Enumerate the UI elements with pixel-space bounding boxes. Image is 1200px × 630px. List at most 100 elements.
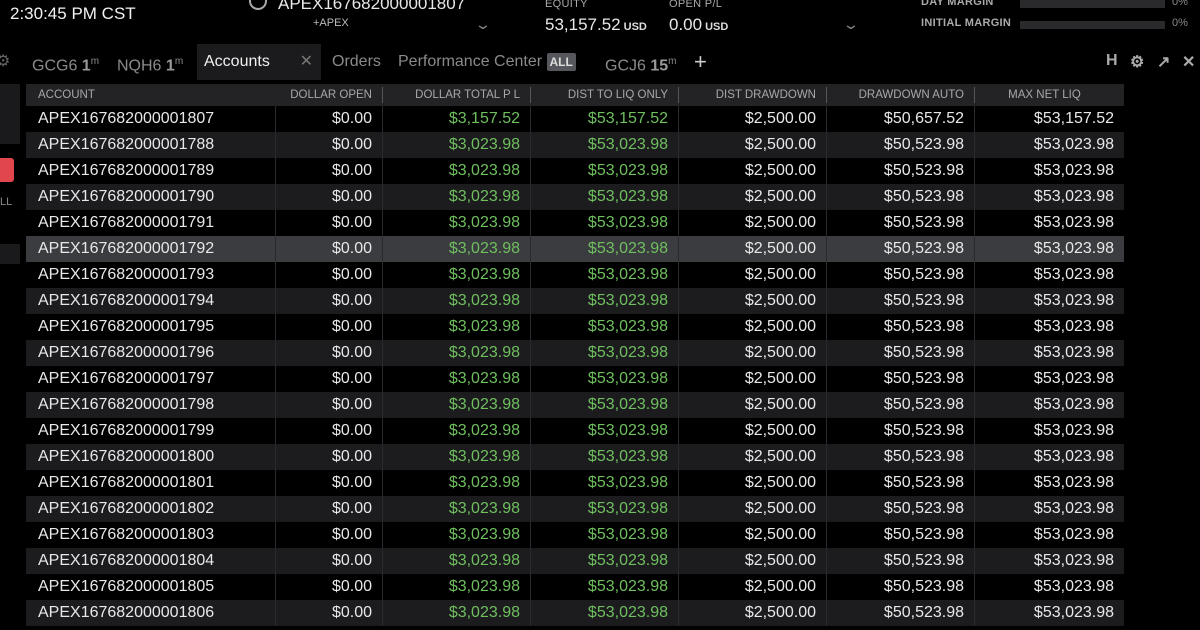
cell-dollar-open: $0.00 xyxy=(276,106,383,132)
cell-account: APEX167682000001795 xyxy=(26,314,276,340)
cell-account: APEX167682000001792 xyxy=(26,236,276,262)
cell-dist-to-liq-only: $53,023.98 xyxy=(531,288,679,314)
cell-dollar-total-pl: $3,023.98 xyxy=(383,392,531,418)
summary-chevron-down-icon[interactable]: ⌄ xyxy=(842,16,860,33)
cell-account: APEX167682000001790 xyxy=(26,184,276,210)
accounts-table: ACCOUNT DOLLAR OPEN DOLLAR TOTAL P L DIS… xyxy=(26,84,1124,626)
table-row[interactable]: APEX167682000001802 $0.00 $3,023.98 $53,023… xyxy=(26,496,1124,522)
table-row[interactable]: APEX167682000001796 $0.00 $3,023.98 $53,023… xyxy=(26,340,1124,366)
cell-max-net-liq: $53,157.52 xyxy=(1033,110,1114,127)
table-row[interactable]: APEX167682000001793 $0.00 $3,023.98 $53,023… xyxy=(26,262,1124,288)
sell-button[interactable] xyxy=(0,158,14,182)
all-badge: ALL xyxy=(546,52,576,71)
table-row[interactable]: APEX167682000001794 $0.00 $3,023.98 $53,023… xyxy=(26,288,1124,314)
cell-dollar-open: $0.00 xyxy=(276,340,383,366)
cell-dollar-total-pl: $3,023.98 xyxy=(383,340,531,366)
table-row[interactable]: APEX167682000001807 $0.00 $3,157.52 $53,157… xyxy=(26,106,1124,132)
cell-dist-drawdown: $2,500.00 xyxy=(679,522,827,548)
cell-drawdown-auto: $50,523.98 xyxy=(827,288,975,314)
settings-gear-icon[interactable]: ⚙ xyxy=(1130,52,1144,72)
cell-drawdown-auto: $50,523.98 xyxy=(827,210,975,236)
popout-icon[interactable]: ↗ xyxy=(1157,52,1170,72)
left-panel-block xyxy=(0,84,20,144)
table-row[interactable]: APEX167682000001789 $0.00 $3,023.98 $53,023… xyxy=(26,158,1124,184)
table-row[interactable]: APEX167682000001800 $0.00 $3,023.98 $53,023… xyxy=(26,444,1124,470)
tab-gcg6[interactable]: GCG6 1m xyxy=(32,44,99,80)
equity-value: 53,157.52 USD xyxy=(545,15,647,35)
cell-dollar-open: $0.00 xyxy=(276,184,383,210)
cell-max-net-liq: $53,023.98 xyxy=(1033,604,1114,621)
col-dist-drawdown[interactable]: DIST DRAWDOWN xyxy=(679,87,827,103)
cell-dist-drawdown: $2,500.00 xyxy=(679,548,827,574)
cell-dist-to-liq-only: $53,023.98 xyxy=(531,210,679,236)
table-row[interactable]: APEX167682000001799 $0.00 $3,023.98 $53,023… xyxy=(26,418,1124,444)
gear-icon[interactable]: ⚙ xyxy=(0,44,10,80)
cell-dollar-open: $0.00 xyxy=(276,210,383,236)
close-panel-icon[interactable]: ✕ xyxy=(1182,52,1195,72)
col-account[interactable]: ACCOUNT xyxy=(26,87,276,103)
tab-unit: m xyxy=(668,56,677,67)
cell-dist-drawdown: $2,500.00 xyxy=(679,106,827,132)
col-max-net-liq[interactable]: MAX NET LIQ xyxy=(975,87,1124,103)
col-drawdown-auto[interactable]: DRAWDOWN AUTO xyxy=(827,87,975,103)
table-body: APEX167682000001807 $0.00 $3,157.52 $53,157… xyxy=(26,106,1124,626)
table-row[interactable]: APEX167682000001788 $0.00 $3,023.98 $53,023… xyxy=(26,132,1124,158)
cell-dist-to-liq-only: $53,023.98 xyxy=(531,600,679,626)
table-row[interactable]: APEX167682000001795 $0.00 $3,023.98 $53,023… xyxy=(26,314,1124,340)
table-row[interactable]: APEX167682000001792 $0.00 $3,023.98 $53,023… xyxy=(26,236,1124,262)
cell-dist-drawdown: $2,500.00 xyxy=(679,444,827,470)
close-tab-icon[interactable]: ✕ xyxy=(300,44,313,80)
cell-dist-to-liq-only: $53,023.98 xyxy=(531,496,679,522)
cell-account: APEX167682000001798 xyxy=(26,392,276,418)
add-tab-icon[interactable]: + xyxy=(694,44,707,80)
table-row[interactable]: APEX167682000001803 $0.00 $3,023.98 $53,023… xyxy=(26,522,1124,548)
cell-max-net-liq: $53,023.98 xyxy=(1033,526,1114,543)
table-row[interactable]: APEX167682000001805 $0.00 $3,023.98 $53,023… xyxy=(26,574,1124,600)
table-row[interactable]: APEX167682000001804 $0.00 $3,023.98 $53,023… xyxy=(26,548,1124,574)
cell-dist-to-liq-only: $53,023.98 xyxy=(531,444,679,470)
cell-account: APEX167682000001805 xyxy=(26,574,276,600)
cell-drawdown-auto: $50,523.98 xyxy=(827,600,975,626)
table-row[interactable]: APEX167682000001801 $0.00 $3,023.98 $53,023… xyxy=(26,470,1124,496)
cell-account: APEX167682000001800 xyxy=(26,444,276,470)
cell-dist-drawdown: $2,500.00 xyxy=(679,158,827,184)
cell-account: APEX167682000001796 xyxy=(26,340,276,366)
account-chevron-down-icon[interactable]: ⌄ xyxy=(474,16,492,33)
cell-dollar-total-pl: $3,023.98 xyxy=(383,288,531,314)
initial-margin-bar xyxy=(1020,21,1165,29)
table-row[interactable]: APEX167682000001806 $0.00 $3,023.98 $53,023… xyxy=(26,600,1124,626)
table-row[interactable]: APEX167682000001798 $0.00 $3,023.98 $53,023… xyxy=(26,392,1124,418)
cell-dist-to-liq-only: $53,023.98 xyxy=(531,574,679,600)
cell-dollar-open: $0.00 xyxy=(276,444,383,470)
cell-dist-to-liq-only: $53,023.98 xyxy=(531,470,679,496)
table-row[interactable]: APEX167682000001791 $0.00 $3,023.98 $53,023… xyxy=(26,210,1124,236)
account-selector[interactable]: APEX167682000001807 xyxy=(278,0,465,14)
cell-max-net-liq: $53,023.98 xyxy=(1033,292,1114,309)
tab-nqh6[interactable]: NQH6 1m xyxy=(117,44,183,80)
tab-gcj6[interactable]: GCJ6 15m xyxy=(605,44,677,80)
cell-max-net-liq: $53,023.98 xyxy=(1033,188,1114,205)
table-row[interactable]: APEX167682000001797 $0.00 $3,023.98 $53,023… xyxy=(26,366,1124,392)
col-dollar-open[interactable]: DOLLAR OPEN xyxy=(276,87,383,103)
cell-dollar-total-pl: $3,023.98 xyxy=(383,210,531,236)
cell-drawdown-auto: $50,523.98 xyxy=(827,392,975,418)
tab-performance-center[interactable]: Performance Center ALL xyxy=(398,44,576,80)
cell-dollar-open: $0.00 xyxy=(276,418,383,444)
cell-max-net-liq: $53,023.98 xyxy=(1033,500,1114,517)
h-button[interactable]: H xyxy=(1106,52,1118,70)
col-dollar-total-pl[interactable]: DOLLAR TOTAL P L xyxy=(383,87,531,103)
tab-orders[interactable]: Orders xyxy=(332,44,381,80)
account-sub: +APEX xyxy=(313,17,349,29)
tab-accounts[interactable]: Accounts ✕ xyxy=(197,44,321,80)
table-row[interactable]: APEX167682000001790 $0.00 $3,023.98 $53,023… xyxy=(26,184,1124,210)
tab-bar: ⚙ GCG6 1m NQH6 1m Accounts ✕ Orders Perfo… xyxy=(0,44,1200,80)
cell-dollar-open: $0.00 xyxy=(276,522,383,548)
cell-dollar-total-pl: $3,023.98 xyxy=(383,522,531,548)
cell-dollar-open: $0.00 xyxy=(276,262,383,288)
cell-account: APEX167682000001799 xyxy=(26,418,276,444)
cell-dollar-open: $0.00 xyxy=(276,288,383,314)
cell-dist-drawdown: $2,500.00 xyxy=(679,496,827,522)
col-dist-to-liq-only[interactable]: DIST TO LIQ ONLY xyxy=(531,87,679,103)
cell-dollar-total-pl: $3,157.52 xyxy=(383,106,531,132)
cell-dollar-open: $0.00 xyxy=(276,392,383,418)
